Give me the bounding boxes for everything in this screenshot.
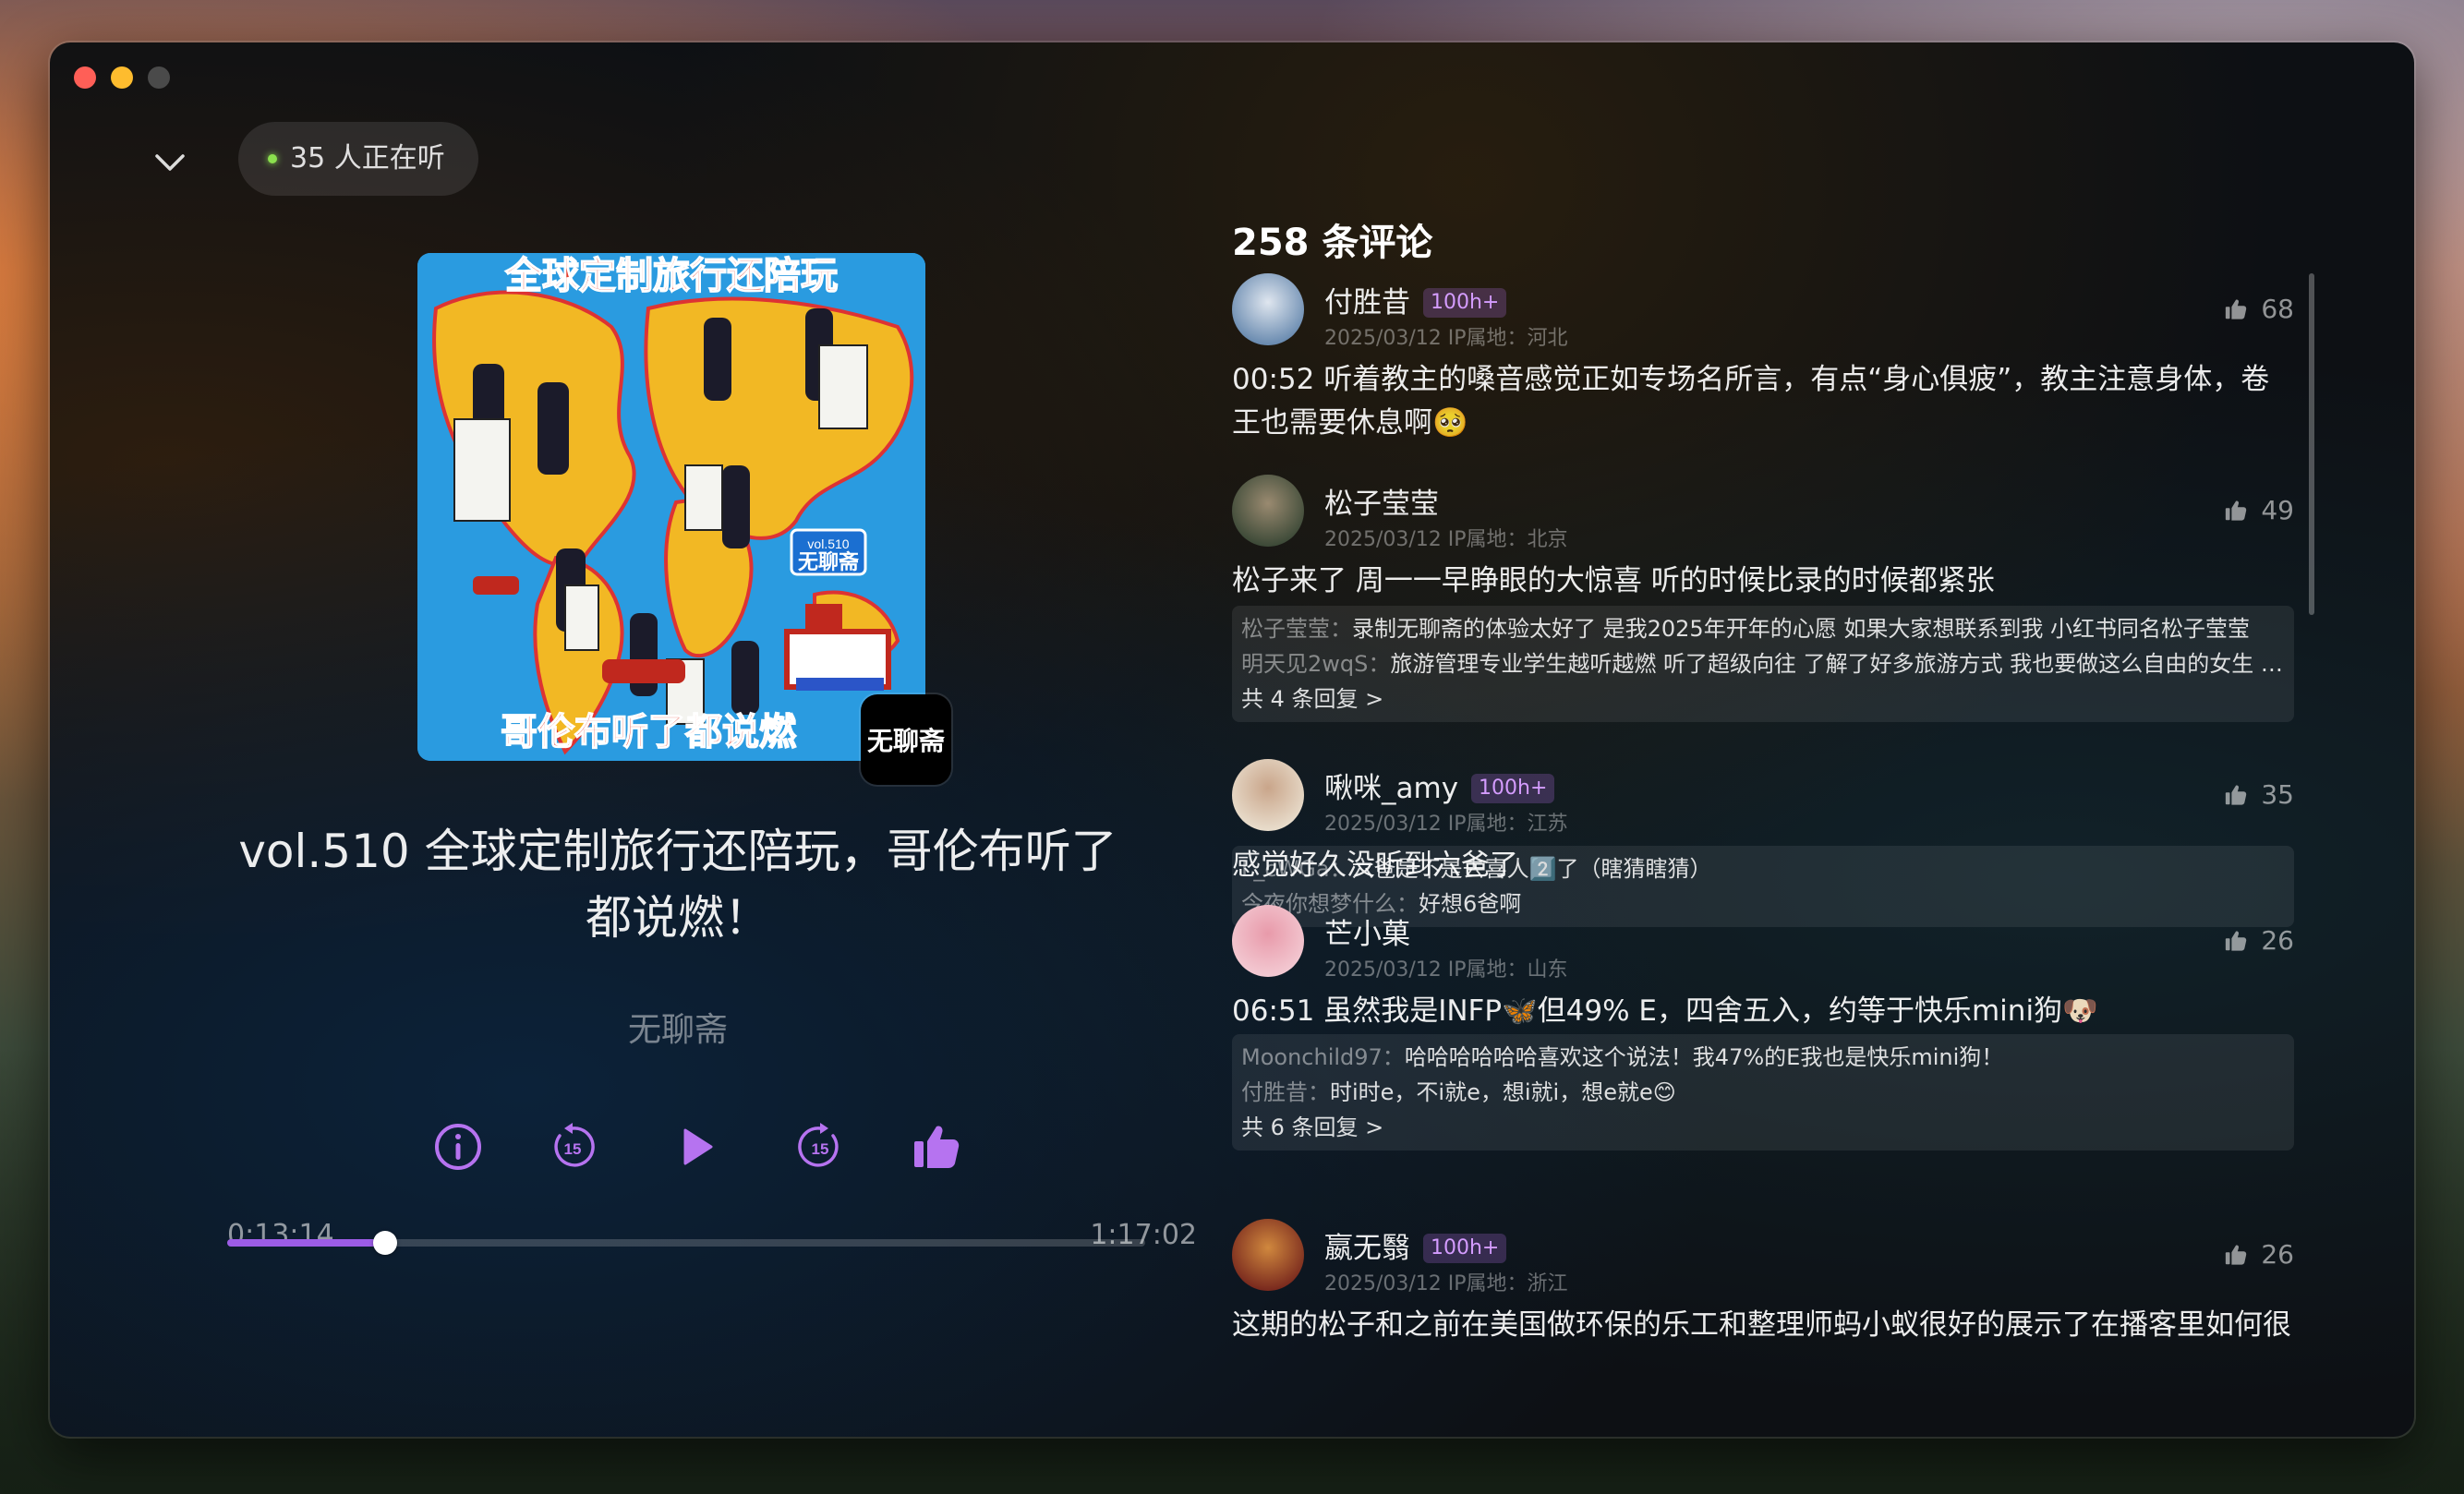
thumbs-up-icon	[2226, 1245, 2247, 1265]
comment-text: 00:52 听着教主的嗓音感觉正如专场名所言，有点“身心俱疲”，教主注意身体，卷…	[1232, 363, 2270, 440]
comment-meta: 2025/03/12 IP属地：江苏	[1324, 813, 1568, 836]
comment-author-name[interactable]: 芒小菓	[1324, 918, 1410, 951]
comment-author-name[interactable]: 嬴无翳	[1324, 1232, 1410, 1265]
comment-like-button[interactable]: 68	[2224, 294, 2294, 324]
thumbs-up-icon	[2226, 500, 2247, 521]
forward-15-button[interactable]: 15	[791, 1117, 850, 1176]
view-more-replies-link[interactable]: 共 6 条回复 >	[1241, 1110, 2285, 1145]
comment-text: 松子来了 周一一早睁眼的大惊喜 听的时候比录的时候都紧张	[1232, 564, 1995, 597]
thumbs-up-icon	[2226, 299, 2247, 319]
comment-like-button[interactable]: 35	[2224, 779, 2294, 810]
progress-bar[interactable]	[227, 1231, 1145, 1255]
comment-list[interactable]: 付胜昔 100h+ 2025/03/12 IP属地：河北 68 00:52 听着教主的嗓…	[1232, 273, 2340, 1437]
comment-author-name[interactable]: 啾咪_amy	[1324, 772, 1458, 805]
cover-illustration: vol.510 无聊斋 全球定制旅行还陪玩 哥伦布听了都说燃	[417, 253, 925, 761]
window-maximize-button[interactable]	[148, 66, 170, 89]
reply-item: L_cWGa：六爸是不是去喜人2️⃣了（瞎猜瞎猜）	[1241, 851, 2285, 886]
reply-text: 六爸是不是去喜人2️⃣了（瞎猜瞎猜）	[1351, 856, 1712, 882]
comment-meta: 2025/03/12 IP属地：河北	[1324, 327, 1568, 350]
avatar[interactable]	[1232, 1219, 1304, 1291]
reply-text: 录制无聊斋的体验太好了 是我2025年开年的心愿 如果大家想联系到我 小红书同名…	[1352, 616, 2250, 642]
reply-user[interactable]: L_cWGa：	[1241, 856, 1352, 882]
show-logo-badge: 无聊斋	[861, 694, 951, 785]
comment-meta: 2025/03/12 IP属地：浙江	[1324, 1272, 1568, 1295]
live-indicator-icon	[268, 154, 277, 163]
comment-like-count: 35	[2261, 779, 2294, 810]
comment-like-count: 49	[2261, 495, 2294, 525]
comment-meta: 2025/03/12 IP属地：北京	[1324, 528, 1568, 551]
progress-fill	[227, 1239, 385, 1247]
thumbs-up-icon	[2226, 785, 2247, 805]
avatar[interactable]	[1232, 475, 1304, 547]
podcast-player-window: 35 人正在听 vol.510 无聊斋 全球定制旅行还陪玩 哥伦布听了都说燃 无…	[50, 42, 2414, 1437]
comment-author[interactable]: 嬴无翳 100h+	[1324, 1224, 1507, 1266]
comment-like-button[interactable]: 26	[2224, 925, 2294, 956]
listeners-badge: 35 人正在听	[238, 122, 478, 196]
info-icon	[435, 1124, 481, 1170]
play-button[interactable]	[667, 1117, 726, 1176]
collapse-player-button[interactable]	[142, 135, 198, 190]
reply-text: 哈哈哈哈哈哈喜欢这个说法！我47%的E我也是快乐mini狗！	[1404, 1044, 2004, 1070]
cover-headline-bottom: 哥伦布听了都说燃	[501, 711, 797, 753]
episode-cover-art: vol.510 无聊斋 全球定制旅行还陪玩 哥伦布听了都说燃	[417, 253, 925, 761]
reply-user[interactable]: 松子莹莹：	[1241, 616, 1352, 642]
avatar[interactable]	[1232, 759, 1304, 831]
comment-author[interactable]: 付胜昔 100h+	[1324, 279, 1507, 320]
reply-item: 明天见2wqS：旅游管理专业学生越听越燃 听了超级向往 了解了好多旅游方式 我也…	[1241, 646, 2285, 681]
comment-author-name[interactable]: 付胜昔	[1324, 286, 1410, 319]
rewind-15-button[interactable]: 15	[543, 1117, 602, 1176]
show-logo-text: 无聊斋	[866, 726, 945, 756]
chevron-down-icon	[155, 154, 185, 171]
listeners-count-text: 35 人正在听	[290, 142, 445, 175]
reply-text: 时i时e，不i就e，想i就i，想e就e😊	[1330, 1079, 1676, 1105]
reply-preview-box[interactable]: 松子莹莹：录制无聊斋的体验太好了 是我2025年开年的心愿 如果大家想联系到我 …	[1232, 606, 2294, 722]
rewind-seconds-label: 15	[564, 1140, 582, 1158]
reply-text: 旅游管理专业学生越听越燃 听了超级向往 了解了好多旅游方式 我也要做这么自由的女…	[1390, 651, 2285, 677]
comment-like-count: 26	[2261, 925, 2294, 956]
reply-text: 好想6爸啊	[1419, 891, 1522, 917]
comment-text: 这期的松子和之前在美国做环保的乐工和整理师蚂小蚁很好的展示了在播客里如何很	[1232, 1308, 2291, 1342]
avatar[interactable]	[1232, 273, 1304, 345]
avatar[interactable]	[1232, 905, 1304, 977]
progress-knob[interactable]	[372, 1231, 397, 1255]
window-close-button[interactable]	[74, 66, 96, 89]
reply-item: 付胜昔：时i时e，不i就e，想i就i，想e就e😊	[1241, 1075, 2285, 1110]
reply-user[interactable]: Moonchild97：	[1241, 1044, 1405, 1070]
forward-15-icon: 15	[798, 1123, 839, 1167]
reply-item: 松子莹莹：录制无聊斋的体验太好了 是我2025年开年的心愿 如果大家想联系到我 …	[1241, 611, 2285, 646]
episode-author[interactable]: 无聊斋	[216, 1003, 1140, 1051]
comment-like-button[interactable]: 49	[2224, 495, 2294, 525]
comments-count-title: 258 条评论	[1232, 222, 1433, 264]
comment-text: 06:51 虽然我是INFP🦋但49% E，四舍五入，约等于快乐mini狗🐶	[1232, 994, 2098, 1028]
thumbs-up-icon	[914, 1126, 960, 1168]
forward-seconds-label: 15	[812, 1140, 829, 1158]
comment-author[interactable]: 松子莹莹	[1324, 480, 1439, 522]
play-icon	[683, 1128, 713, 1165]
cover-volume-tag: vol.510	[807, 536, 849, 551]
rewind-15-icon: 15	[554, 1123, 595, 1167]
comment-like-count: 26	[2261, 1239, 2294, 1270]
listen-hours-badge: 100h+	[1423, 288, 1507, 318]
comment-like-button[interactable]: 26	[2224, 1239, 2294, 1270]
reply-preview-box[interactable]: Moonchild97：哈哈哈哈哈哈喜欢这个说法！我47%的E我也是快乐mini…	[1232, 1034, 2294, 1151]
view-more-replies-link[interactable]: 共 4 条回复 >	[1241, 681, 2285, 717]
cover-headline-top: 全球定制旅行还陪玩	[504, 255, 838, 297]
comment-like-count: 68	[2261, 294, 2294, 324]
comment-author[interactable]: 啾咪_amy 100h+	[1324, 765, 1555, 806]
reply-item: Moonchild97：哈哈哈哈哈哈喜欢这个说法！我47%的E我也是快乐mini…	[1241, 1040, 2285, 1075]
comment-author[interactable]: 芒小菓	[1324, 910, 1410, 952]
listen-hours-badge: 100h+	[1423, 1234, 1507, 1263]
listen-hours-badge: 100h+	[1471, 774, 1555, 803]
comments-scrollbar[interactable]	[2309, 273, 2314, 615]
thumbs-up-icon	[2226, 931, 2247, 951]
episode-info-button[interactable]	[429, 1117, 488, 1176]
comment-meta: 2025/03/12 IP属地：山东	[1324, 958, 1568, 982]
comment-author-name[interactable]: 松子莹莹	[1324, 488, 1439, 521]
window-minimize-button[interactable]	[111, 66, 133, 89]
cover-logo-text: 无聊斋	[798, 550, 860, 574]
like-episode-button[interactable]	[907, 1117, 966, 1176]
episode-title: vol.510 全球定制旅行还陪玩，哥伦布听了都说燃！	[238, 825, 1117, 945]
reply-user[interactable]: 付胜昔：	[1241, 1079, 1330, 1105]
reply-user[interactable]: 明天见2wqS：	[1241, 651, 1390, 677]
